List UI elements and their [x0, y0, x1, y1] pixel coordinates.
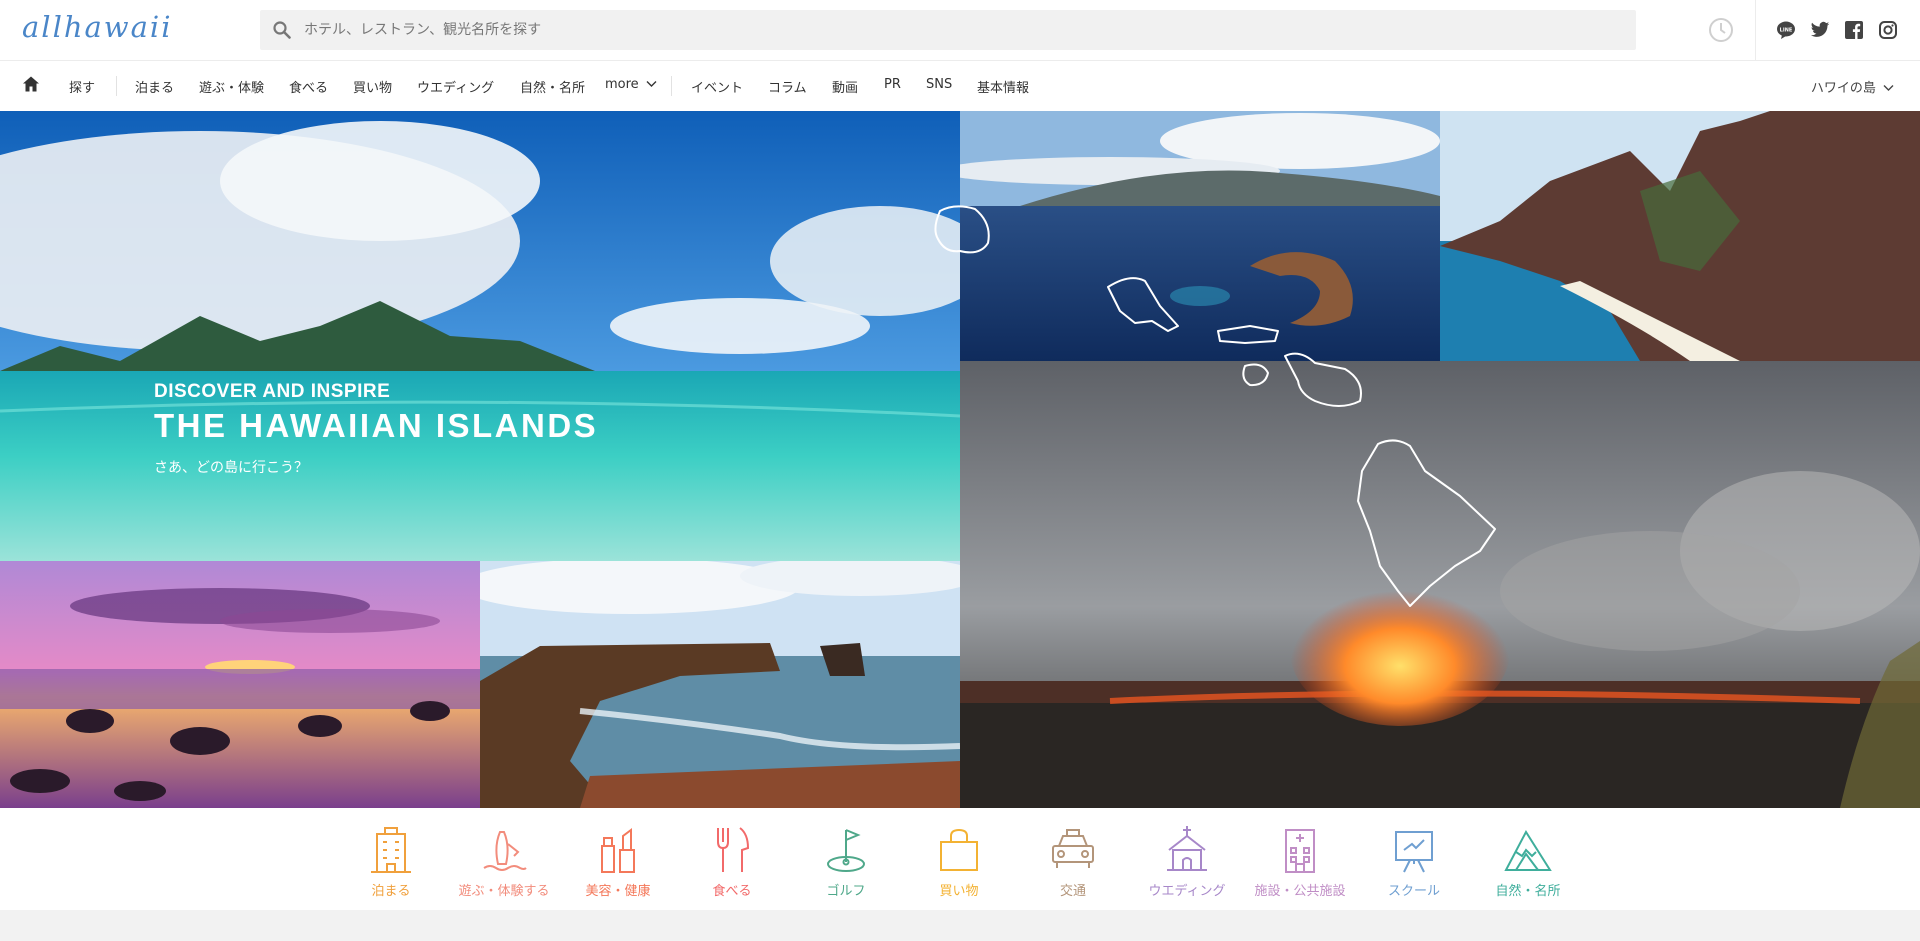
- chevron-down-icon: [1883, 85, 1894, 91]
- hero-kicker: DISCOVER AND INSPIRE: [154, 381, 391, 402]
- category-label: 交通: [1059, 884, 1086, 899]
- nav-events[interactable]: イベント: [691, 77, 743, 96]
- nav-divider: [671, 76, 672, 96]
- home-icon[interactable]: [22, 75, 40, 97]
- history-clock-icon[interactable]: [1708, 17, 1734, 47]
- beauty-icon: [601, 828, 635, 873]
- category-label: 食べる: [712, 884, 752, 899]
- category-label: 買い物: [939, 884, 979, 899]
- category-label: 泊まる: [371, 884, 411, 899]
- island-select-label: ハワイの島: [1810, 81, 1876, 96]
- category-wedding[interactable]: ウエディング: [1132, 824, 1242, 899]
- hero-image-napali[interactable]: [1440, 111, 1920, 361]
- category-strip: 泊まる 遊ぶ・体験する 美容・健康 食べる ゴルフ 買い物 交通 ウエディング …: [0, 808, 1920, 910]
- nav-pr[interactable]: PR: [884, 77, 901, 92]
- nav-basic-info[interactable]: 基本情報: [977, 77, 1029, 96]
- category-transport[interactable]: 交通: [1018, 824, 1128, 899]
- category-shopping[interactable]: 買い物: [904, 824, 1014, 899]
- site-logo[interactable]: allhawaii: [22, 10, 172, 44]
- category-stay[interactable]: 泊まる: [336, 824, 446, 899]
- hero-image-lanai-coast[interactable]: [480, 561, 960, 808]
- category-label: 施設・公共施設: [1254, 884, 1346, 899]
- category-label: 美容・健康: [585, 884, 651, 899]
- twitter-icon[interactable]: [1809, 19, 1831, 41]
- header-divider: [1755, 0, 1756, 60]
- hero-subtitle: さあ、どの島に行こう？: [154, 460, 308, 476]
- category-school[interactable]: スクール: [1359, 824, 1469, 899]
- shopping-bag-icon: [940, 828, 978, 871]
- search-icon[interactable]: [260, 21, 304, 39]
- facebook-icon[interactable]: [1843, 19, 1865, 41]
- svg-text:LINE: LINE: [1780, 28, 1793, 34]
- hero-title: THE HAWAIIAN ISLANDS: [154, 407, 599, 444]
- nav-nature[interactable]: 自然・名所: [520, 77, 585, 96]
- nav-stay[interactable]: 泊まる: [135, 77, 174, 96]
- category-activity[interactable]: 遊ぶ・体験する: [449, 824, 559, 899]
- nav-search[interactable]: 探す: [69, 77, 95, 96]
- fork-knife-icon: [717, 827, 750, 872]
- nav-more[interactable]: more: [605, 77, 657, 92]
- category-label: 遊ぶ・体験する: [458, 884, 550, 899]
- school-icon: [1395, 831, 1433, 873]
- surf-icon: [483, 831, 527, 871]
- social-links: LINE: [1775, 19, 1899, 41]
- hero-image-kilauea[interactable]: [960, 361, 1920, 808]
- category-beauty[interactable]: 美容・健康: [563, 824, 673, 899]
- hotel-icon: [371, 827, 411, 873]
- category-label: スクール: [1387, 884, 1440, 899]
- hero-mosaic: DISCOVER AND INSPIRE THE HAWAIIAN ISLAND…: [0, 111, 1920, 808]
- chapel-icon: [1167, 826, 1207, 871]
- search-bar[interactable]: [260, 10, 1636, 50]
- main-nav: 探す 泊まる 遊ぶ・体験 食べる 買い物 ウエディング 自然・名所 more イ…: [0, 61, 1920, 111]
- taxi-icon: [1052, 829, 1094, 868]
- hero-image-sunset[interactable]: [0, 561, 480, 808]
- hero-text: DISCOVER AND INSPIRE THE HAWAIIAN ISLAND…: [154, 381, 598, 477]
- nav-video[interactable]: 動画: [832, 77, 858, 96]
- chevron-down-icon: [646, 81, 657, 87]
- instagram-icon[interactable]: [1877, 19, 1899, 41]
- nav-wedding[interactable]: ウエディング: [417, 77, 494, 96]
- nav-divider: [116, 76, 117, 96]
- top-header: allhawaii LINE: [0, 0, 1920, 61]
- nav-column[interactable]: コラム: [768, 77, 807, 96]
- hero-image-molokini[interactable]: [960, 111, 1440, 361]
- category-label: 自然・名所: [1495, 884, 1561, 899]
- island-select[interactable]: ハワイの島: [1811, 77, 1894, 96]
- mountain-icon: [1504, 830, 1552, 871]
- building-icon: [1285, 829, 1315, 873]
- search-input[interactable]: [304, 22, 1604, 38]
- category-eat[interactable]: 食べる: [677, 824, 787, 899]
- category-facilities[interactable]: 施設・公共施設: [1245, 824, 1355, 899]
- golf-icon: [827, 829, 865, 872]
- nav-shopping[interactable]: 買い物: [353, 77, 392, 96]
- category-label: ゴルフ: [826, 884, 866, 899]
- category-golf[interactable]: ゴルフ: [791, 824, 901, 899]
- nav-activity[interactable]: 遊ぶ・体験: [199, 77, 264, 96]
- nav-more-label: more: [605, 77, 639, 92]
- hero-image-oahu-lagoon[interactable]: DISCOVER AND INSPIRE THE HAWAIIAN ISLAND…: [0, 111, 960, 561]
- nav-sns[interactable]: SNS: [926, 77, 952, 92]
- nav-eat[interactable]: 食べる: [289, 77, 328, 96]
- line-icon[interactable]: LINE: [1775, 19, 1797, 41]
- category-nature[interactable]: 自然・名所: [1473, 824, 1583, 899]
- category-label: ウエディング: [1148, 884, 1226, 899]
